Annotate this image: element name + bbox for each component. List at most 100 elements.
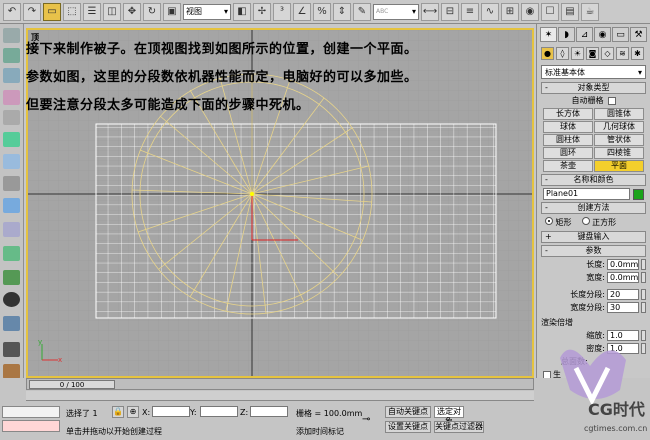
maxscript-output[interactable] <box>2 420 60 432</box>
quick-render-icon[interactable]: ☕ <box>581 2 599 21</box>
key-filters-button[interactable]: 关键点过滤器 <box>434 421 484 433</box>
radio-square[interactable]: 正方形 <box>581 217 616 228</box>
select-manipulate-icon[interactable]: ✢ <box>253 2 271 21</box>
geometry-category-icon[interactable]: ● <box>541 47 554 60</box>
spinner-snap-icon[interactable]: ⇕ <box>333 2 351 21</box>
shapes-icon[interactable] <box>3 110 20 125</box>
hierarchy-tab-icon[interactable]: ⊿ <box>576 27 593 42</box>
width-segs-spinner[interactable] <box>641 302 646 313</box>
geosphere-button[interactable]: 几何球体 <box>594 121 644 133</box>
radio-rectangle[interactable]: 矩形 <box>545 217 572 228</box>
plane-button[interactable]: 平面 <box>594 160 644 172</box>
cylinder-button[interactable]: 圆柱体 <box>543 134 593 146</box>
cameras-icon[interactable] <box>3 154 20 169</box>
render-frame-icon[interactable]: ▤ <box>561 2 579 21</box>
selected-dropdown[interactable]: 选定对象 <box>434 406 464 426</box>
rotate-icon[interactable]: ↻ <box>143 2 161 21</box>
width-spinner[interactable] <box>641 272 646 283</box>
teapot-button[interactable]: 茶壶 <box>543 160 593 172</box>
object-name-field[interactable]: Plane01 <box>543 188 630 200</box>
z-coord-field[interactable] <box>250 406 288 417</box>
display-tab-icon[interactable]: ▭ <box>612 27 629 42</box>
angle-snap-icon[interactable]: ∠ <box>293 2 311 21</box>
mirror-icon[interactable]: ⟷ <box>421 2 439 21</box>
name-color-rollout[interactable]: - 名称和颜色 <box>541 174 646 186</box>
modifier-icon[interactable] <box>3 246 20 261</box>
sphere-button[interactable]: 球体 <box>543 121 593 133</box>
bind-space-warp-icon[interactable] <box>3 68 20 83</box>
object-color-swatch[interactable] <box>633 188 644 200</box>
absolute-mode-icon[interactable]: ⊕ <box>127 406 139 418</box>
unlink-icon[interactable] <box>3 48 20 63</box>
key-mode-icon[interactable]: ⊸ <box>362 414 380 426</box>
select-by-name-icon[interactable]: ☰ <box>83 2 101 21</box>
pyramid-button[interactable]: 四棱锥 <box>594 147 644 159</box>
maxscript-listener[interactable] <box>2 406 60 418</box>
x-coord-field[interactable] <box>152 406 190 417</box>
y-coord-field[interactable] <box>200 406 238 417</box>
named-selection-set-dropdown[interactable]: ABC ▾ <box>373 3 419 20</box>
link-icon[interactable] <box>3 28 20 43</box>
torus-button[interactable]: 圆环 <box>543 147 593 159</box>
render-setup-icon[interactable]: ☐ <box>541 2 559 21</box>
material-editor-icon[interactable]: ◉ <box>521 2 539 21</box>
named-selection-icon[interactable]: ✎ <box>353 2 371 21</box>
align-icon[interactable]: ⊟ <box>441 2 459 21</box>
shapes-category-icon[interactable]: ◊ <box>556 47 569 60</box>
keyboard-entry-rollout[interactable]: + 键盘输入 <box>541 231 646 243</box>
length-spinner[interactable] <box>641 259 646 270</box>
creation-method-rollout[interactable]: - 创建方法 <box>541 202 646 214</box>
auto-key-button[interactable]: 自动关键点 <box>385 406 431 418</box>
undo-icon[interactable]: ↶ <box>3 2 21 21</box>
layer-manager-icon[interactable]: ≡ <box>461 2 479 21</box>
object-type-rollout[interactable]: - 对象类型 <box>541 82 646 94</box>
length-segs-input[interactable]: 20 <box>607 289 639 300</box>
systems-category-icon[interactable]: ✱ <box>631 47 644 60</box>
select-region-icon[interactable]: ⬚ <box>63 2 81 21</box>
systems-icon[interactable] <box>3 222 20 237</box>
create-tab-icon[interactable]: ✶ <box>540 27 557 42</box>
cone-button[interactable]: 圆锥体 <box>594 108 644 120</box>
lock-selection-icon[interactable]: 🔒 <box>112 406 124 418</box>
pivot-icon[interactable]: ◧ <box>233 2 251 21</box>
object-category-dropdown[interactable]: 标准基本体 ▾ <box>541 65 646 79</box>
spacewarps-category-icon[interactable]: ≋ <box>616 47 629 60</box>
track-bar[interactable] <box>26 391 534 401</box>
select-object-icon[interactable]: ▭ <box>43 2 61 21</box>
helpers-category-icon[interactable]: ◇ <box>601 47 614 60</box>
width-input[interactable]: 0.0mm <box>607 272 639 283</box>
percent-snap-icon[interactable]: % <box>313 2 331 21</box>
length-segs-spinner[interactable] <box>641 289 646 300</box>
snap-3d-icon[interactable]: ³ <box>273 2 291 21</box>
curve-editor-icon[interactable]: ∿ <box>481 2 499 21</box>
schematic-view-icon[interactable]: ⊞ <box>501 2 519 21</box>
lights-icon[interactable] <box>3 132 20 147</box>
window-crossing-icon[interactable]: ◫ <box>103 2 121 21</box>
utilities-icon[interactable] <box>3 342 20 357</box>
time-slider[interactable]: 0 / 100 <box>29 380 115 389</box>
geometry-icon[interactable] <box>3 90 20 105</box>
lights-category-icon[interactable]: ☀ <box>571 47 584 60</box>
time-slider-track[interactable]: 0 / 100 <box>26 378 534 390</box>
motion-icon[interactable] <box>3 292 20 307</box>
add-time-tag[interactable]: 添加时间标记 <box>296 426 344 437</box>
modify-tab-icon[interactable]: ◗ <box>558 27 575 42</box>
set-key-button[interactable]: 设置关键点 <box>385 421 431 433</box>
parameters-rollout[interactable]: - 参数 <box>541 245 646 257</box>
utilities-tab-icon[interactable]: ⚒ <box>630 27 647 42</box>
cameras-category-icon[interactable]: ◙ <box>586 47 599 60</box>
length-input[interactable]: 0.0mm <box>607 259 639 270</box>
hierarchy-icon[interactable] <box>3 270 20 285</box>
tube-button[interactable]: 管状体 <box>594 134 644 146</box>
autogrid-checkbox[interactable] <box>607 96 616 105</box>
width-segs-input[interactable]: 30 <box>607 302 639 313</box>
helpers-icon[interactable] <box>3 176 20 191</box>
redo-icon[interactable]: ↷ <box>23 2 41 21</box>
box-button[interactable]: 长方体 <box>543 108 593 120</box>
move-icon[interactable]: ✥ <box>123 2 141 21</box>
reference-coord-dropdown[interactable]: 视图 ▾ <box>183 3 231 20</box>
scale-icon[interactable]: ▣ <box>163 2 181 21</box>
render-icon[interactable] <box>3 364 20 379</box>
space-warps-icon[interactable] <box>3 198 20 213</box>
motion-tab-icon[interactable]: ◉ <box>594 27 611 42</box>
